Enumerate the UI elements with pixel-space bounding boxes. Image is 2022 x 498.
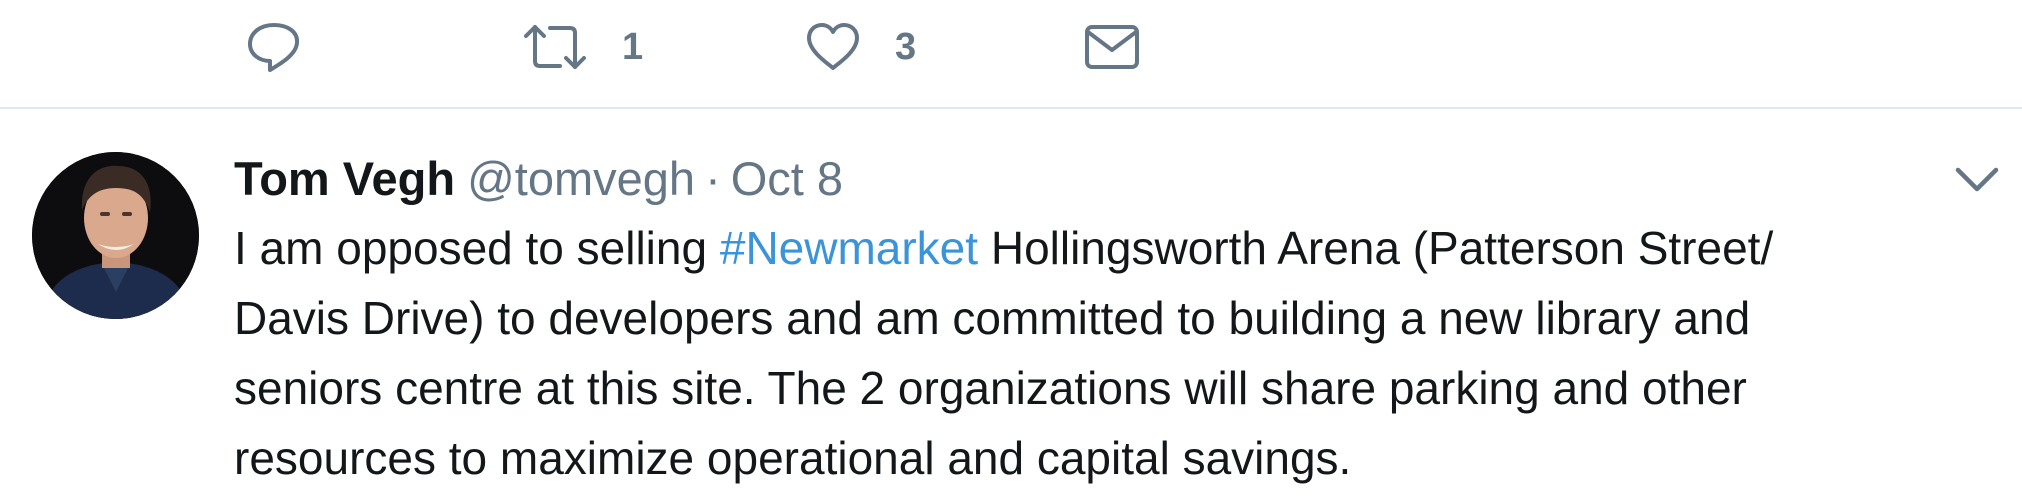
envelope-icon xyxy=(1085,25,1139,69)
tweet-text: I am opposed to selling #Newmarket Holli… xyxy=(234,213,1974,493)
divider xyxy=(0,107,2022,109)
chevron-down-icon xyxy=(1955,167,1999,192)
retweet-count: 1 xyxy=(622,25,644,68)
header-separator: · xyxy=(705,152,721,205)
tweet-header: Tom Vegh @tomvegh · Oct 8 xyxy=(234,148,843,210)
tweet-text-line: resources to maximize operational and ca… xyxy=(234,432,1352,484)
direct-message-button[interactable] xyxy=(1084,12,1174,82)
tweet-text-segment: Hollingsworth Arena (Patterson Street/ xyxy=(978,222,1774,274)
heart-icon xyxy=(807,23,859,70)
profile-photo xyxy=(32,152,199,319)
tweet-menu-button[interactable] xyxy=(1952,160,2002,200)
tweet-action-bar: 1 3 xyxy=(0,0,2022,107)
reply-button[interactable] xyxy=(246,12,336,82)
like-count: 3 xyxy=(895,25,917,68)
tweet-text-line: I am opposed to selling #Newmarket Holli… xyxy=(234,213,1974,283)
tweet-text-line: seniors centre at this site. The 2 organ… xyxy=(234,362,1747,414)
tweet-date[interactable]: Oct 8 xyxy=(731,152,843,205)
hashtag-link[interactable]: #Newmarket xyxy=(720,222,978,274)
tweet-text-line: Davis Drive) to developers and am commit… xyxy=(234,292,1751,344)
retweet-icon xyxy=(524,25,586,69)
reply-icon xyxy=(248,23,300,72)
avatar[interactable] xyxy=(32,152,199,319)
author-handle[interactable]: @tomvegh xyxy=(467,152,695,205)
tweet-text-segment: I am opposed to selling xyxy=(234,222,720,274)
author-name[interactable]: Tom Vegh xyxy=(234,152,455,205)
like-button[interactable]: 3 xyxy=(805,12,916,82)
retweet-button[interactable]: 1 xyxy=(522,12,643,82)
